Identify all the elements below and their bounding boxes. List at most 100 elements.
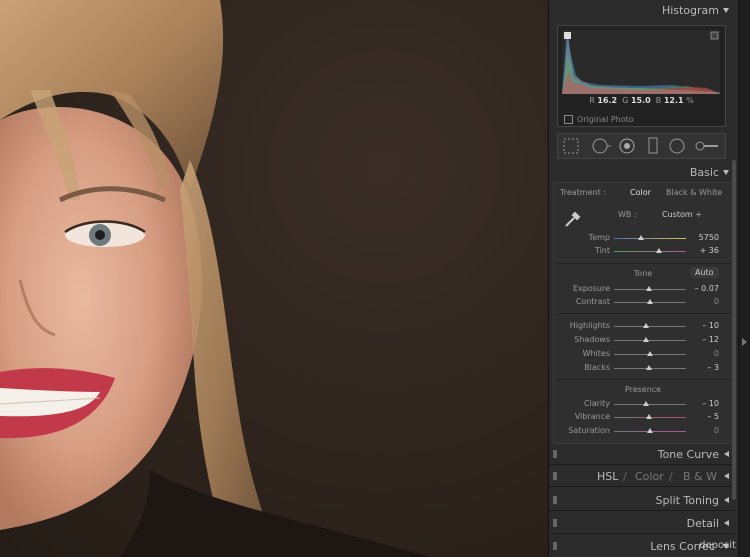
collapse-triangle-icon[interactable] xyxy=(723,8,729,13)
temp-value[interactable]: 5750 xyxy=(699,233,719,242)
r-value: 16.2 xyxy=(597,96,618,105)
panel-switch-icon[interactable] xyxy=(553,450,557,458)
exposure-value[interactable]: – 0.07 xyxy=(695,284,719,293)
highlights-knob[interactable] xyxy=(643,323,650,328)
panel-toggle-icon[interactable] xyxy=(742,338,747,346)
treatment-bw-button[interactable]: Black & White xyxy=(666,188,722,197)
clarity-track[interactable] xyxy=(614,404,686,405)
white-balance-picker-icon[interactable] xyxy=(563,209,583,232)
hsl-tab[interactable]: HSL xyxy=(597,470,618,483)
wb-dropdown[interactable]: Custom ÷ xyxy=(662,210,702,219)
detail-header[interactable]: Detail xyxy=(549,513,735,533)
vibrance-knob[interactable] xyxy=(645,414,652,419)
tone-curve-title: Tone Curve xyxy=(657,448,719,461)
temp-knob[interactable] xyxy=(638,235,645,240)
red-eye-icon[interactable] xyxy=(619,138,635,154)
temp-track[interactable] xyxy=(614,238,686,239)
highlights-value[interactable]: – 10 xyxy=(702,321,719,330)
divider xyxy=(549,486,735,487)
expand-triangle-icon[interactable] xyxy=(724,520,729,526)
exposure-knob[interactable] xyxy=(646,286,653,291)
clarity-label: Clarity xyxy=(583,399,610,408)
divider xyxy=(549,533,735,534)
original-photo-label: Original Photo xyxy=(577,115,634,124)
split-toning-header[interactable]: Split Toning xyxy=(549,490,735,510)
expand-triangle-icon[interactable] xyxy=(724,473,729,479)
divider xyxy=(554,313,732,314)
blacks-label: Blacks xyxy=(584,363,610,372)
adjustment-brush-icon[interactable] xyxy=(695,141,718,151)
saturation-label: Saturation xyxy=(568,426,610,435)
whites-knob[interactable] xyxy=(647,351,653,356)
auto-tone-button[interactable]: Auto xyxy=(690,267,719,278)
treatment-label: Treatment : xyxy=(560,188,606,197)
tint-track[interactable] xyxy=(614,251,686,252)
watermark: deposit xyxy=(699,540,736,551)
shadows-label: Shadows xyxy=(574,335,610,344)
color-tab[interactable]: Color xyxy=(635,470,664,483)
expand-triangle-icon[interactable] xyxy=(724,497,729,503)
bw-tab[interactable]: B & W xyxy=(683,470,717,483)
wb-label: WB : xyxy=(618,210,637,219)
vibrance-value[interactable]: – 5 xyxy=(707,412,719,421)
highlights-track[interactable] xyxy=(614,326,686,327)
b-label: B xyxy=(655,96,662,105)
tint-label: Tint xyxy=(594,246,610,255)
b-value: 12.1 xyxy=(663,96,684,105)
histogram-title: Histogram xyxy=(661,4,719,17)
saturation-value[interactable]: 0 xyxy=(714,426,719,435)
highlights-label: Highlights xyxy=(569,321,610,330)
divider xyxy=(549,464,735,465)
divider xyxy=(549,510,735,511)
panel-switch-icon[interactable] xyxy=(553,542,557,550)
shadows-knob[interactable] xyxy=(642,337,649,342)
highlight-clipping-icon xyxy=(710,31,719,40)
treatment-color-button[interactable]: Color xyxy=(630,188,651,197)
split-toning-title: Split Toning xyxy=(655,494,719,507)
wb-value: Custom xyxy=(662,210,693,219)
clarity-knob[interactable] xyxy=(643,401,650,406)
tint-knob[interactable] xyxy=(655,248,662,253)
vibrance-label: Vibrance xyxy=(574,412,610,421)
photo-canvas xyxy=(0,0,548,557)
tone-curve-header[interactable]: Tone Curve xyxy=(549,444,735,464)
shadows-track[interactable] xyxy=(614,340,686,341)
tint-value[interactable]: + 36 xyxy=(700,246,719,255)
temp-label: Temp xyxy=(588,233,610,242)
original-photo-checkbox[interactable] xyxy=(564,115,573,124)
percent-sign: % xyxy=(686,96,694,105)
divider xyxy=(554,379,732,380)
whites-label: Whites xyxy=(582,349,610,358)
contrast-value[interactable]: 0 xyxy=(714,297,719,306)
panel-switch-icon[interactable] xyxy=(553,496,557,504)
blacks-knob[interactable] xyxy=(646,365,653,370)
blacks-value[interactable]: – 3 xyxy=(707,363,719,372)
collapse-triangle-icon[interactable] xyxy=(723,170,729,175)
contrast-label: Contrast xyxy=(575,297,610,306)
histogram-header[interactable]: Histogram xyxy=(549,0,735,20)
clarity-value[interactable]: – 10 xyxy=(702,399,719,408)
hsl-header[interactable]: HSL / Color / B & W xyxy=(549,466,735,486)
shadow-clipping-icon xyxy=(564,32,571,39)
r-label: R xyxy=(589,96,595,105)
crop-tool-icon[interactable] xyxy=(563,138,579,154)
graduated-filter-icon[interactable] xyxy=(648,137,658,154)
radial-filter-icon[interactable] xyxy=(669,138,685,154)
basic-panel: Treatment : Color Black & White WB : Cus… xyxy=(553,182,734,444)
g-label: G xyxy=(622,96,629,105)
whites-value[interactable]: 0 xyxy=(714,349,719,358)
exposure-label: Exposure xyxy=(572,284,610,293)
right-panel-edge[interactable] xyxy=(738,0,750,557)
spot-removal-icon[interactable] xyxy=(592,138,611,154)
detail-title: Detail xyxy=(686,517,719,530)
contrast-knob[interactable] xyxy=(647,299,653,304)
expand-triangle-icon[interactable] xyxy=(724,451,729,457)
panel-scrollbar[interactable] xyxy=(732,160,736,500)
panel-switch-icon[interactable] xyxy=(553,519,557,527)
panel-switch-icon[interactable] xyxy=(553,472,557,480)
saturation-knob[interactable] xyxy=(647,428,653,433)
basic-header[interactable]: Basic xyxy=(549,162,735,182)
shadows-value[interactable]: – 12 xyxy=(702,335,719,344)
original-photo-toggle[interactable]: Original Photo xyxy=(564,115,634,124)
g-value: 15.0 xyxy=(630,96,651,105)
